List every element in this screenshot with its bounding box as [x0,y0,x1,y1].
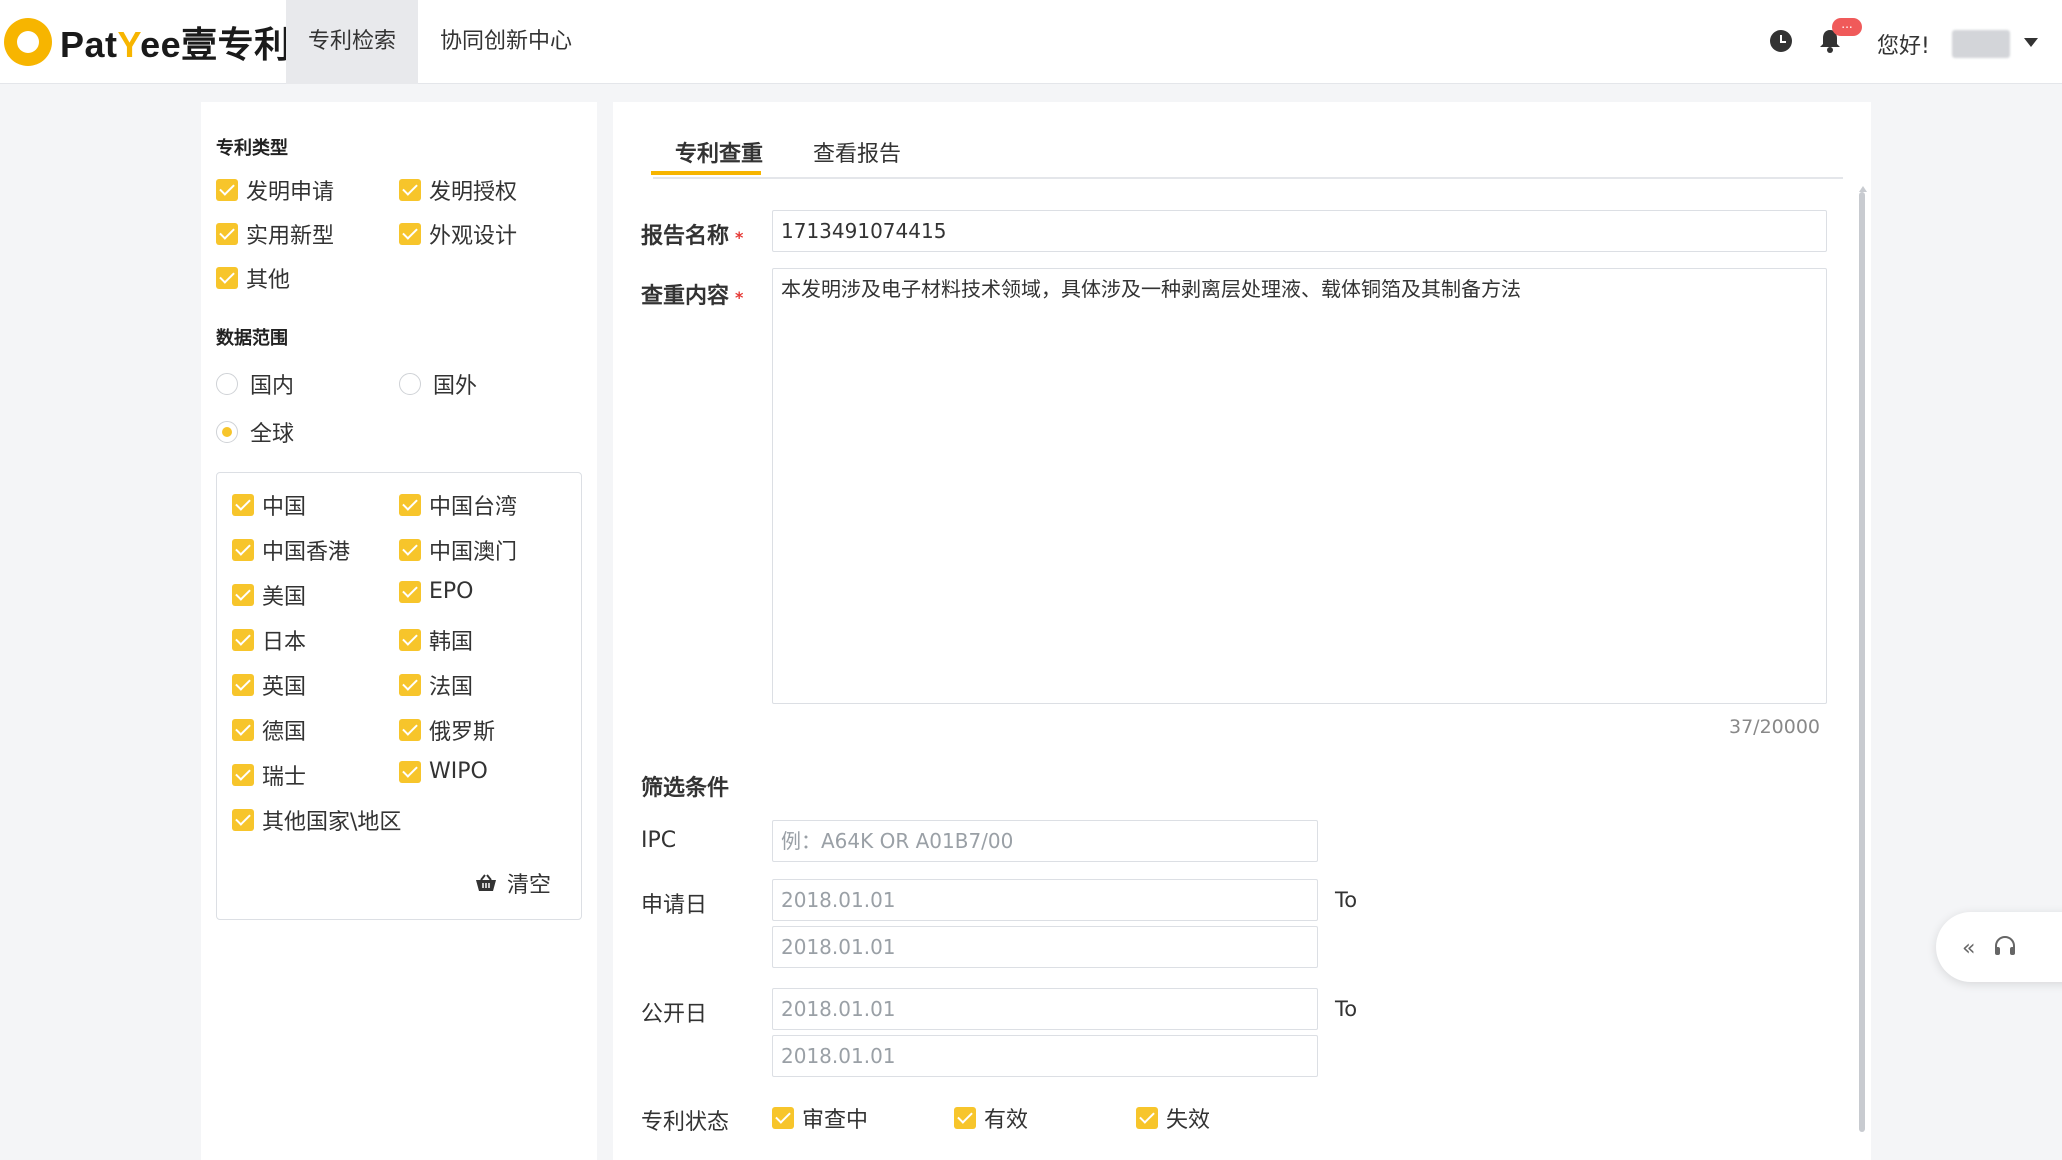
ipc-label: IPC [641,828,677,853]
checkbox-country[interactable]: 韩国 [399,624,473,656]
tab-duplicate-check[interactable]: 专利查重 [675,136,763,168]
checkbox-icon [399,539,421,561]
radio-icon [216,421,238,443]
checkbox-icon [232,539,254,561]
radio-icon [399,373,421,395]
radio-domestic[interactable]: 国内 [216,368,294,400]
checkbox-country[interactable]: WIPO [399,759,488,784]
tab-view-report[interactable]: 查看报告 [813,136,901,168]
user-name[interactable] [1952,30,2010,58]
checkbox-icon [216,179,238,201]
report-name-label: 报告名称 * [641,224,744,249]
tab-bar: 专利查重 查看报告 [653,122,1843,179]
checkbox-icon [232,719,254,741]
notification-badge: ... [1832,18,1862,36]
checkbox-country[interactable]: 英国 [232,669,306,701]
checkbox-icon [232,584,254,606]
report-name-input[interactable]: 1713491074415 [772,210,1827,252]
checkbox-status-examining[interactable]: 审查中 [772,1102,868,1134]
scroll-up-arrow-icon[interactable] [1859,186,1867,192]
apply-date-to-label: To [1335,888,1358,912]
duplicate-check-panel: 专利查重 查看报告 报告名称 * 1713491074415 查重内容 * 本发明涉… [613,102,1871,1160]
country-list: 中国 中国台湾 中国香港 中国澳门 美国 EPO 日本 韩国 英国 法国 德国 … [216,472,582,920]
user-menu-caret-icon[interactable] [2024,38,2038,47]
checkbox-country[interactable]: 中国 [232,489,306,521]
apply-date-to-input[interactable]: 2018.01.01 [772,926,1318,968]
logo-text: PatYee壹专利 [60,24,291,65]
patent-status-label: 专利状态 [641,1110,730,1135]
checkbox-icon [954,1107,976,1129]
checkbox-icon [399,760,421,783]
checkbox-country[interactable]: 俄罗斯 [399,714,495,746]
checkbox-icon [232,809,254,831]
checkbox-icon [399,494,421,516]
main-nav: 专利检索 协同创新中心 [286,0,594,84]
checkbox-icon [399,580,421,603]
logo-icon [4,18,52,66]
checkbox-invention-application[interactable]: 发明申请 [216,174,334,206]
char-counter: 37/20000 [1729,716,1821,738]
clear-button[interactable]: 清空 [475,867,551,899]
checkbox-icon [772,1107,794,1129]
checkbox-country[interactable]: 其他国家\地区 [232,804,401,836]
double-chevron-left-icon[interactable]: « [1962,936,1975,961]
checkbox-icon [232,674,254,696]
checkbox-country[interactable]: 瑞士 [232,759,306,791]
checkbox-other-type[interactable]: 其他 [216,262,290,294]
patyee-logo[interactable]: PatYee壹专利 [4,14,291,70]
vertical-scrollbar[interactable] [1859,192,1865,1132]
radio-global[interactable]: 全球 [216,416,294,448]
publish-date-label: 公开日 [641,1002,708,1027]
checkbox-country[interactable]: 中国香港 [232,534,350,566]
greeting-text: 您好! [1877,34,1930,59]
checkbox-icon [1136,1107,1158,1129]
checkbox-country[interactable]: 德国 [232,714,306,746]
checkbox-icon [399,223,421,245]
radio-icon [216,373,238,395]
publish-date-to-label: To [1335,997,1358,1021]
checkbox-country[interactable]: 美国 [232,579,306,611]
apply-date-from-input[interactable]: 2018.01.01 [772,879,1318,921]
top-header: PatYee壹专利 专利检索 协同创新中心 [0,0,2062,84]
history-clock-icon[interactable] [1770,30,1792,52]
checkbox-country[interactable]: 法国 [399,669,473,701]
checkbox-icon [216,267,238,289]
checkbox-country[interactable]: 中国澳门 [399,534,517,566]
checkbox-country[interactable]: 日本 [232,624,306,656]
checkbox-icon [232,494,254,516]
checkbox-icon [232,629,254,651]
data-range-title: 数据范围 [216,328,288,349]
checkbox-country[interactable]: EPO [399,579,473,604]
checkbox-invention-grant[interactable]: 发明授权 [399,174,517,206]
checkbox-design[interactable]: 外观设计 [399,218,517,250]
nav-patent-search[interactable]: 专利检索 [286,0,419,84]
checkbox-icon [232,764,254,786]
checkbox-status-valid[interactable]: 有效 [954,1102,1028,1134]
radio-foreign[interactable]: 国外 [399,368,477,400]
checkbox-utility-model[interactable]: 实用新型 [216,218,334,250]
checkbox-icon [399,674,421,696]
checkbox-icon [399,629,421,651]
filter-conditions-title: 筛选条件 [641,776,730,801]
content-label: 查重内容 * [641,284,744,309]
nav-collab-center[interactable]: 协同创新中心 [418,0,594,84]
basket-icon [475,874,496,891]
ipc-input[interactable]: 例：A64K OR A01B7/00 [772,820,1318,862]
publish-date-to-input[interactable]: 2018.01.01 [772,1035,1318,1077]
filter-sidebar: 专利类型 发明申请 发明授权 实用新型 外观设计 其他 数据范围 国内 国外 全… [201,102,597,1160]
checkbox-icon [399,179,421,201]
checkbox-icon [399,719,421,741]
checkbox-icon [216,223,238,245]
checkbox-country[interactable]: 中国台湾 [399,489,517,521]
patent-type-title: 专利类型 [216,138,288,159]
apply-date-label: 申请日 [641,893,708,918]
headset-icon[interactable] [1992,934,2018,960]
floating-service-widget[interactable]: « [1936,912,2062,982]
content-textarea[interactable]: 本发明涉及电子材料技术领域，具体涉及一种剥离层处理液、载体铜箔及其制备方法 [772,268,1827,704]
active-tab-indicator [651,171,761,175]
publish-date-from-input[interactable]: 2018.01.01 [772,988,1318,1030]
checkbox-status-invalid[interactable]: 失效 [1136,1102,1210,1134]
